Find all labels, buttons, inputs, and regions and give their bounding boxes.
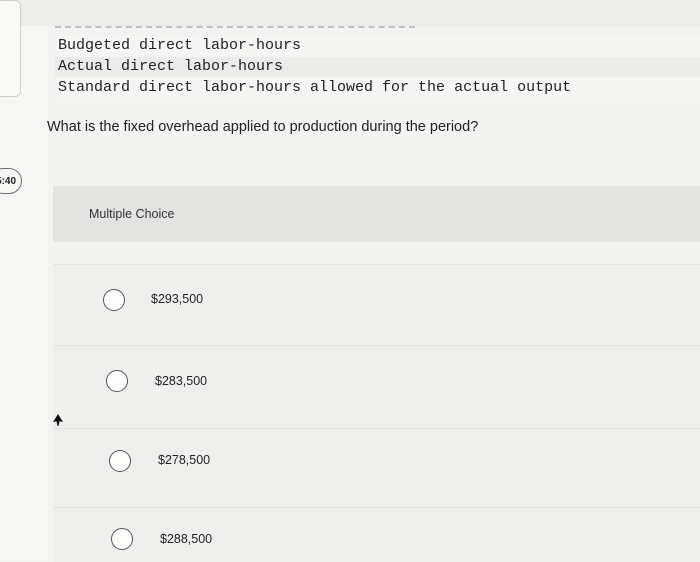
answer-option-label: $283,500 (155, 374, 208, 388)
multiple-choice-label: Multiple Choice (89, 207, 175, 221)
data-row-actual-hours: Actual direct labor-hours (55, 57, 700, 77)
radio-icon[interactable] (111, 528, 133, 550)
answer-option-label: $288,500 (160, 532, 213, 546)
left-panel-tab[interactable] (0, 0, 21, 97)
answer-option-label: $278,500 (158, 453, 211, 467)
data-row-standard-hours: Standard direct labor-hours allowed for … (55, 78, 700, 98)
data-table: Budgeted direct labor-hours Actual direc… (55, 36, 700, 99)
data-row-budgeted-hours: Budgeted direct labor-hours (55, 36, 700, 56)
answer-option-2[interactable]: $283,500 (53, 345, 700, 428)
radio-icon[interactable] (103, 289, 125, 311)
answer-option-1[interactable]: $293,500 (53, 264, 700, 345)
multiple-choice-header: Multiple Choice (53, 186, 700, 242)
radio-icon[interactable] (106, 370, 128, 392)
answer-option-4[interactable]: $288,500 (53, 507, 700, 562)
answer-option-label: $293,500 (151, 292, 204, 306)
top-strip (0, 0, 700, 26)
cut-off-text-line (55, 26, 415, 28)
radio-icon[interactable] (109, 450, 131, 472)
answer-option-3[interactable]: $278,500 (53, 428, 700, 507)
question-text: What is the fixed overhead applied to pr… (47, 119, 479, 135)
cursor-icon (53, 414, 63, 426)
